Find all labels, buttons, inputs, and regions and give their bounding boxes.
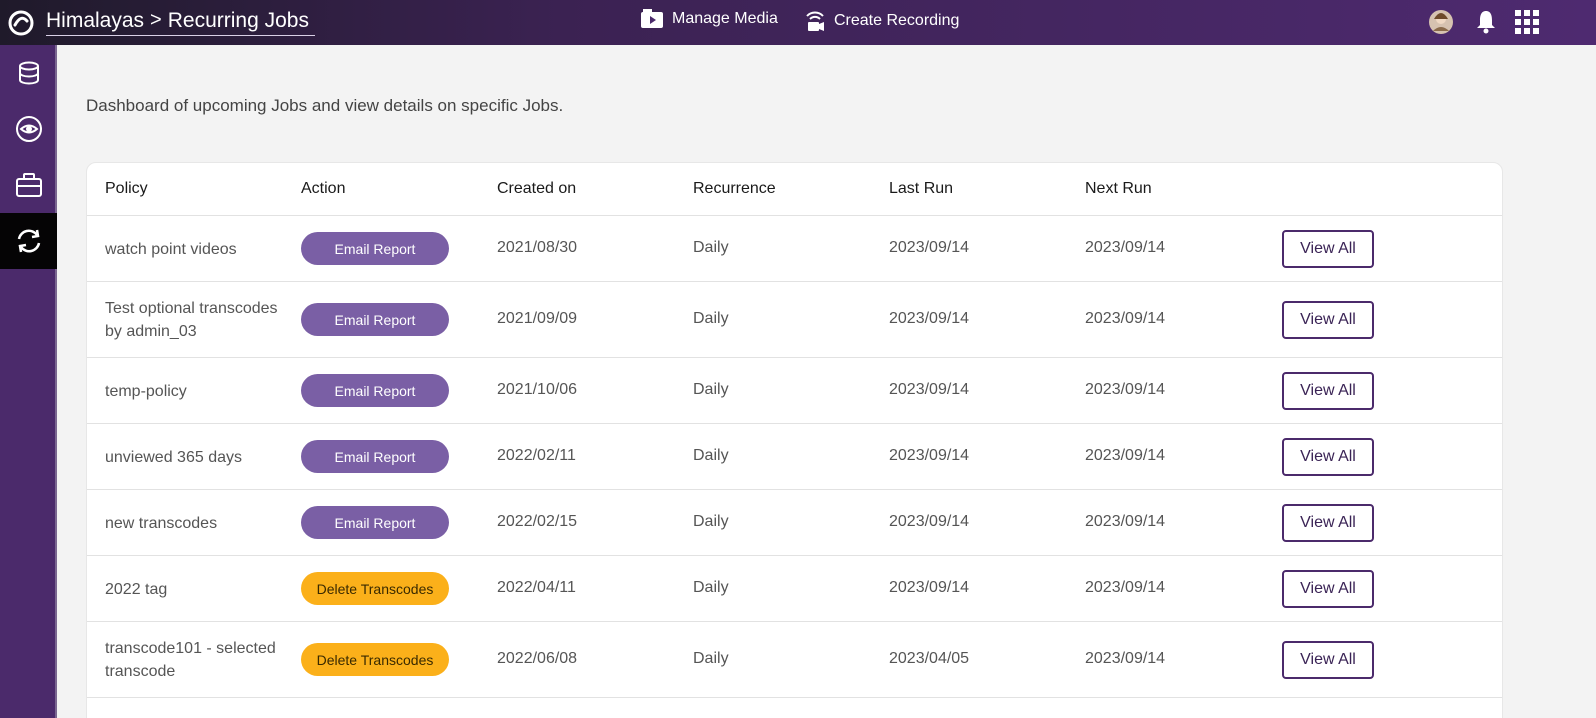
breadcrumb-separator: > [150,9,162,31]
action-badge[interactable]: Email Report [301,440,449,473]
himalayas-logo-icon[interactable] [6,8,36,38]
column-header-action[interactable]: Action [301,180,345,198]
cell-last-run: 2023/09/14 [889,513,970,530]
media-icon [641,9,663,28]
cell-policy: new transcodes [105,515,218,532]
cell-recurrence: Daily [693,513,729,530]
cell-next-run: 2023/09/14 [1085,447,1166,464]
cell-created: 2022/02/11 [497,447,576,464]
view-all-button[interactable]: View All [1282,230,1374,268]
cell-next-run: 2023/09/14 [1085,650,1166,667]
column-header-recurrence[interactable]: Recurrence [693,180,776,198]
nav-create-recording[interactable]: Create Recording [804,8,959,34]
cell-policy: temp-policy [105,383,187,400]
cell-recurrence: Daily [693,447,729,464]
action-badge[interactable]: Email Report [301,506,449,539]
cell-last-run: 2023/09/14 [889,239,970,256]
cell-policy: Test optional transcodes by admin_03 [105,300,278,340]
view-all-button[interactable]: View All [1282,570,1374,608]
eye-icon [15,116,42,142]
cell-last-run: 2023/09/14 [889,381,970,398]
cell-next-run: 2023/09/14 [1085,381,1166,398]
nav-manage-media[interactable]: Manage Media [640,8,778,30]
cell-created: 2021/09/09 [497,310,578,327]
cell-last-run: 2023/09/14 [889,310,970,327]
avatar[interactable] [1428,7,1454,35]
database-icon [18,61,39,85]
cell-created: 2022/04/11 [497,579,576,596]
sidebar-item-jobs[interactable] [0,157,57,213]
column-header-policy[interactable]: Policy [105,180,148,198]
view-all-button[interactable]: View All [1282,438,1374,476]
cell-created: 2021/08/30 [497,239,578,256]
cell-next-run: 2023/09/14 [1085,310,1166,327]
bell-icon[interactable] [1474,7,1498,35]
table-row: transcode101 - selected transcode Delete … [87,622,1502,698]
table-row: unviewed 365 days Email Report 2022/02/11 D… [87,424,1502,490]
apps-grid-icon[interactable] [1515,10,1539,34]
breadcrumb: Himalayas > Recurring Jobs [46,6,315,36]
cell-created: 2022/06/08 [497,650,578,667]
table-row: 2022 tag Delete Transcodes 2022/04/11 Daily… [87,556,1502,622]
cell-created: 2021/10/06 [497,381,578,398]
briefcase-icon [15,173,42,197]
table-body: watch point videos Email Report 2021/08/30… [87,216,1502,698]
breadcrumb-app[interactable]: Himalayas [46,9,144,33]
cell-recurrence: Daily [693,310,729,327]
column-header-created[interactable]: Created on [497,180,576,198]
column-header-last-run[interactable]: Last Run [889,180,953,198]
cell-last-run: 2023/09/14 [889,579,970,596]
nav-manage-media-label: Manage Media [672,10,778,27]
cell-recurrence: Daily [693,239,729,256]
table-row: Test optional transcodes by admin_03 Emai… [87,282,1502,358]
view-all-button[interactable]: View All [1282,641,1374,679]
recurring-sync-icon [17,229,40,253]
cell-policy: unviewed 365 days [105,449,242,466]
action-badge[interactable]: Email Report [301,303,449,336]
view-all-button[interactable]: View All [1282,301,1374,339]
cell-recurrence: Daily [693,650,729,667]
page-title: Recurring Jobs [167,8,309,32]
nav-create-recording-label: Create Recording [834,12,960,29]
recording-icon [806,11,824,31]
cell-last-run: 2023/04/05 [889,650,970,667]
action-badge[interactable]: Email Report [301,232,449,265]
table-row: temp-policy Email Report 2021/10/06 Daily 20… [87,358,1502,424]
cell-last-run: 2023/09/14 [889,447,970,464]
cell-policy: transcode101 - selected transcode [105,640,276,680]
cell-recurrence: Daily [693,579,729,596]
cell-policy: 2022 tag [105,581,168,598]
cell-policy: watch point videos [105,241,237,258]
cell-next-run: 2023/09/14 [1085,513,1166,530]
table-header: Policy Action Created on Recurrence Last… [87,163,1502,216]
action-badge[interactable]: Email Report [301,374,449,407]
view-all-button[interactable]: View All [1282,372,1374,410]
cell-next-run: 2023/09/14 [1085,239,1166,256]
page-description: Dashboard of upcoming Jobs and view deta… [86,96,564,115]
action-badge[interactable]: Delete Transcodes [301,643,449,676]
cell-next-run: 2023/09/14 [1085,579,1166,596]
sidebar-item-views[interactable] [0,101,57,157]
sidebar-item-database[interactable] [0,45,57,101]
view-all-button[interactable]: View All [1282,504,1374,542]
action-badge[interactable]: Delete Transcodes [301,572,449,605]
table-row: new transcodes Email Report 2022/02/15 Dail… [87,490,1502,556]
sidebar-item-recurring-jobs[interactable] [0,213,57,269]
cell-created: 2022/02/15 [497,513,578,530]
cell-recurrence: Daily [693,381,729,398]
sidebar [0,45,57,718]
jobs-table: Policy Action Created on Recurrence Last… [86,162,1503,718]
column-header-next-run[interactable]: Next Run [1085,180,1152,198]
table-row: watch point videos Email Report 2021/08/30… [87,216,1502,282]
top-bar: Himalayas > Recurring Jobs Manage Media … [0,0,1596,45]
